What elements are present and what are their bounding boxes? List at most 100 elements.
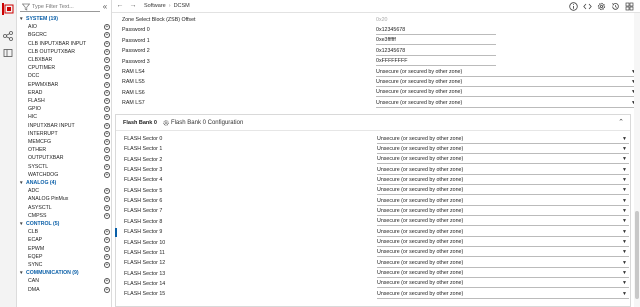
add-icon[interactable]: + — [104, 155, 110, 162]
add-icon[interactable]: + — [104, 89, 110, 96]
add-icon[interactable]: + — [104, 122, 110, 129]
sidebar-item[interactable]: EPWM + — [28, 245, 110, 253]
sidebar-item[interactable]: MEMCFG + — [28, 138, 110, 146]
software-icon[interactable] — [2, 3, 14, 15]
zone-select[interactable]: Unsecure (or secured by other zone)▼ — [376, 68, 638, 77]
add-icon[interactable]: + — [104, 40, 110, 47]
sidebar-item[interactable]: ERAD + — [28, 89, 110, 97]
flash-bank-0-header[interactable]: Flash Bank 0 Flash Bank 0 Configuration … — [116, 115, 630, 131]
add-icon[interactable]: + — [104, 204, 110, 211]
add-icon[interactable]: + — [104, 196, 110, 203]
sector-zone-select[interactable]: Unsecure (or secured by other zone) ▼ — [377, 145, 629, 154]
sidebar-item[interactable]: CPUTIMER + — [28, 64, 110, 72]
scrollbar-thumb[interactable] — [635, 211, 639, 299]
category-header[interactable]: ▾ ANALOG (4) — [20, 179, 56, 187]
add-icon[interactable]: + — [104, 81, 110, 88]
sidebar-item[interactable]: BGCRC + — [28, 31, 110, 39]
category-header[interactable]: ▾ COMMUNICATION (9) — [20, 269, 79, 277]
sidebar-item[interactable]: CMPSS + — [28, 212, 110, 220]
add-icon[interactable]: + — [104, 163, 110, 170]
sidebar-item[interactable]: CLBXBAR + — [28, 56, 110, 64]
sidebar-item[interactable]: ANALOG PinMux + — [28, 195, 110, 203]
add-icon[interactable]: + — [104, 253, 110, 260]
add-icon[interactable]: + — [104, 139, 110, 145]
category-header[interactable]: ▾ CONTROL (5) — [20, 220, 59, 228]
add-icon[interactable]: + — [104, 57, 110, 63]
sidebar-item[interactable]: WATCHDOG + — [28, 171, 110, 179]
board-icon[interactable] — [2, 47, 14, 59]
sector-zone-select[interactable]: Unsecure (or secured by other zone) ▼ — [377, 176, 629, 185]
sidebar-item[interactable]: FLASH + — [28, 97, 110, 105]
add-icon[interactable]: + — [104, 98, 110, 104]
sidebar-item[interactable]: HIC + — [28, 113, 110, 121]
value-field[interactable]: 0xe3ffffff — [376, 36, 496, 46]
sector-zone-select[interactable]: Unsecure (or secured by other zone) ▼ — [377, 248, 629, 258]
value-field[interactable]: 0x20 — [376, 16, 496, 25]
sector-zone-select[interactable]: Unsecure (or secured by other zone) ▼ — [377, 228, 629, 237]
sidebar-item[interactable]: OTHER + — [28, 146, 110, 154]
sidebar-item[interactable]: CLB INPUTXBAR INPUT + — [28, 40, 110, 48]
sidebar-item[interactable]: CAN + — [28, 277, 110, 285]
sidebar-item[interactable]: CLB + — [28, 228, 110, 236]
sidebar-item[interactable]: INTERRUPT + — [28, 130, 110, 138]
sector-zone-select[interactable]: Unsecure (or secured by other zone) ▼ — [377, 197, 629, 206]
filter-input[interactable] — [32, 3, 94, 10]
category-header[interactable]: ▾ SYSTEM (19) — [20, 15, 58, 23]
sidebar-item[interactable]: SYSCTL + — [28, 163, 110, 171]
add-icon[interactable]: + — [104, 65, 110, 72]
sector-zone-select[interactable]: Unsecure (or secured by other zone) ▼ — [377, 207, 629, 216]
add-icon[interactable]: + — [104, 171, 110, 178]
chevron-up-icon[interactable]: ⌃ — [618, 118, 624, 126]
zone-select[interactable]: Unsecure (or secured by other zone)▼ — [376, 88, 638, 98]
add-icon[interactable]: + — [104, 24, 110, 31]
sector-zone-select[interactable]: Unsecure (or secured by other zone) ▼ — [377, 279, 629, 289]
add-icon[interactable]: + — [104, 48, 110, 55]
sidebar-item[interactable]: INPUTXBAR INPUT + — [28, 122, 110, 130]
sidebar-item[interactable]: OUTPUTXBAR + — [28, 154, 110, 162]
add-icon[interactable]: + — [104, 245, 110, 252]
add-icon[interactable]: + — [104, 212, 110, 219]
add-icon[interactable]: + — [104, 262, 110, 268]
sidebar-item[interactable]: ASYSCTL + — [28, 204, 110, 212]
sector-zone-select[interactable]: Unsecure (or secured by other zone) ▼ — [377, 155, 629, 165]
sector-zone-select[interactable]: Unsecure (or secured by other zone) ▼ — [377, 259, 629, 268]
collapse-sidebar-icon[interactable]: « — [100, 2, 110, 12]
sector-zone-select[interactable]: Unsecure (or secured by other zone) ▼ — [377, 166, 629, 175]
breadcrumb-software[interactable]: Software — [144, 3, 166, 9]
add-icon[interactable]: + — [104, 32, 110, 39]
add-icon[interactable]: + — [104, 229, 110, 236]
sidebar-item[interactable]: EPWMXBAR + — [28, 81, 110, 89]
sidebar-item[interactable]: DCC + — [28, 72, 110, 80]
forward-arrow-icon[interactable]: → — [128, 1, 138, 11]
network-icon[interactable] — [2, 30, 14, 42]
value-field[interactable]: 0xFFFFFFFF — [376, 57, 496, 67]
sector-zone-select[interactable]: Unsecure (or secured by other zone) ▼ — [377, 217, 629, 227]
sector-zone-select[interactable]: Unsecure (or secured by other zone) ▼ — [377, 186, 629, 196]
sidebar-item[interactable]: GPIO + — [28, 105, 110, 113]
zone-select[interactable]: Unsecure (or secured by other zone)▼ — [376, 78, 638, 87]
sidebar-item[interactable]: ADC + — [28, 187, 110, 195]
add-icon[interactable]: + — [104, 147, 110, 154]
sidebar-item[interactable]: AIO + — [28, 23, 110, 31]
add-icon[interactable]: + — [104, 286, 110, 293]
sidebar-item[interactable]: EQEP + — [28, 253, 110, 261]
value-field[interactable]: 0x12345678 — [376, 47, 496, 56]
sidebar-item[interactable]: CLB OUTPUTXBAR + — [28, 48, 110, 56]
sidebar-item[interactable]: SYNC + — [28, 261, 110, 269]
sector-zone-select[interactable]: Unsecure (or secured by other zone) ▼ — [377, 238, 629, 247]
add-icon[interactable]: + — [104, 106, 110, 113]
flash-bank-config-link[interactable]: Flash Bank 0 Configuration — [163, 120, 243, 126]
add-icon[interactable]: + — [104, 237, 110, 244]
grid-menu-icon[interactable] — [624, 1, 634, 11]
sector-zone-select[interactable]: Unsecure (or secured by other zone) ▼ — [377, 290, 629, 299]
sector-zone-select[interactable]: Unsecure (or secured by other zone) ▼ — [377, 269, 629, 279]
sector-zone-select[interactable]: Unsecure (or secured by other zone) ▼ — [377, 135, 629, 144]
value-field[interactable]: 0x12345678 — [376, 26, 496, 35]
settings-icon[interactable] — [596, 1, 606, 11]
add-icon[interactable]: + — [104, 114, 110, 121]
code-icon[interactable] — [582, 1, 592, 11]
history-icon[interactable] — [610, 1, 620, 11]
info-icon[interactable] — [568, 1, 578, 11]
zone-select[interactable]: Unsecure (or secured by other zone)▼ — [376, 99, 638, 108]
add-icon[interactable]: + — [104, 278, 110, 285]
